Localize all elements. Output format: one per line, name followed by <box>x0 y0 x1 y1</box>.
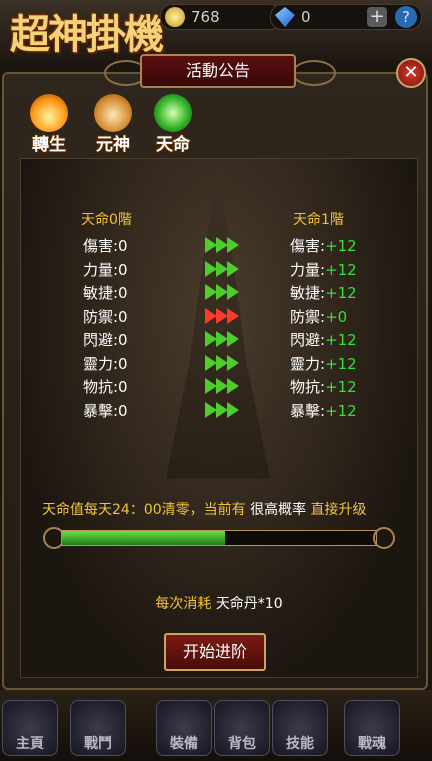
next-stat-label: 傷害: <box>290 237 326 255</box>
next-stat: 敏捷:+12 <box>290 282 357 303</box>
upgrade-arrow-icon <box>205 307 245 324</box>
stat-row: 防禦:0 防禦:+0 <box>21 306 417 329</box>
cost-label: 每次消耗 <box>155 596 212 612</box>
info-prefix: 天命值每天24：00清零，当前有 <box>42 502 246 518</box>
stat-row: 傷害:0 傷害:+12 <box>21 235 417 258</box>
next-stat-label: 閃避: <box>290 331 326 349</box>
next-stat-value: +12 <box>325 401 357 420</box>
destiny-content: 天命0階 天命1階 傷害:0 傷害:+12 力量:0 力量:+12 敏捷:0 敏捷:+12… <box>20 158 418 678</box>
stat-row: 敏捷:0 敏捷:+12 <box>21 282 417 305</box>
nav-label: 戰鬥 <box>84 736 112 752</box>
current-stat: 閃避:0 <box>83 331 128 349</box>
stat-row: 物抗:0 物抗:+12 <box>21 376 417 399</box>
stat-row: 力量:0 力量:+12 <box>21 259 417 282</box>
tab-rebirth[interactable]: 轉生 <box>20 94 78 158</box>
upgrade-arrow-icon <box>205 284 245 300</box>
next-stat: 防禦:+0 <box>290 306 347 327</box>
nav-label: 裝備 <box>170 736 198 752</box>
next-stat-label: 敏捷: <box>290 284 326 302</box>
current-stat: 暴擊:0 <box>83 401 128 420</box>
next-stat-value: +12 <box>325 260 357 279</box>
coin-amount: 768 <box>191 8 220 26</box>
close-button[interactable]: ✕ <box>396 58 426 88</box>
bar-fill <box>62 531 226 545</box>
destiny-progress-bar <box>43 527 395 549</box>
cost-line: 每次消耗 天命丹*10 <box>21 593 417 613</box>
nav-skills[interactable]: 技能 <box>272 700 328 756</box>
help-button[interactable]: ? <box>395 6 417 28</box>
tab-spirit[interactable]: 元神 <box>84 94 142 158</box>
tab-label: 天命 <box>156 135 190 155</box>
current-stat: 防禦:0 <box>83 307 128 326</box>
info-highlight: 很高概率 <box>250 502 307 518</box>
upgrade-arrow-icon <box>205 260 245 277</box>
gem-amount: 0 <box>301 8 311 26</box>
tab-label: 轉生 <box>32 135 66 155</box>
next-stat: 閃避:+12 <box>290 329 357 350</box>
bar-cap-right <box>373 527 395 549</box>
jade-leaf-icon <box>154 94 192 132</box>
tab-destiny[interactable]: 天命 <box>144 94 202 158</box>
upgrade-arrow-icon <box>205 354 245 371</box>
next-stat-value: +12 <box>325 378 357 396</box>
dialog-title: 活動公告 <box>140 54 296 88</box>
cost-value: 天命丹*10 <box>215 596 283 612</box>
title-ornament-right <box>292 60 336 86</box>
nav-label: 技能 <box>286 736 314 752</box>
nav-bag[interactable]: 背包 <box>214 700 270 756</box>
nav-label: 戰魂 <box>358 736 386 752</box>
info-text: 天命值每天24：00清零，当前有 很高概率 直接升级 <box>42 499 367 519</box>
next-stat-value: +12 <box>325 284 357 302</box>
current-stat: 靈力:0 <box>83 354 128 373</box>
current-stat: 物抗:0 <box>83 378 128 396</box>
current-stat: 力量:0 <box>83 260 128 279</box>
gem-counter: 0 + ? <box>270 4 422 30</box>
bottom-nav: 主頁 戰鬥 裝備 背包 技能 戰魂 <box>0 690 432 761</box>
current-stat: 傷害:0 <box>83 237 128 255</box>
coin-icon <box>165 7 185 27</box>
fire-icon <box>30 94 68 132</box>
next-stat-value: +12 <box>325 237 357 255</box>
next-stat: 靈力:+12 <box>290 353 357 374</box>
next-stat: 力量:+12 <box>290 259 357 280</box>
nav-war-soul[interactable]: 戰魂 <box>344 700 400 756</box>
stat-row: 靈力:0 靈力:+12 <box>21 353 417 376</box>
next-stat-value: +12 <box>325 331 357 349</box>
info-suffix: 直接升级 <box>310 502 367 518</box>
start-advance-button[interactable]: 开始进阶 <box>164 633 266 671</box>
next-stat-label: 防禦: <box>290 307 326 326</box>
next-stat-label: 物抗: <box>290 378 326 396</box>
game-logo: 超神掛機 <box>10 11 164 58</box>
nav-label: 主頁 <box>16 736 44 752</box>
next-stat-value: +0 <box>325 307 348 326</box>
upgrade-arrow-icon <box>205 378 245 394</box>
upgrade-arrow-icon <box>205 237 245 253</box>
next-stat-label: 力量: <box>290 260 326 279</box>
current-stat: 敏捷:0 <box>83 284 128 302</box>
bar-track <box>61 530 377 546</box>
nav-label: 背包 <box>228 736 256 752</box>
add-gems-button[interactable]: + <box>367 7 387 27</box>
stat-row: 閃避:0 閃避:+12 <box>21 329 417 352</box>
coin-counter: 768 <box>160 4 282 30</box>
gem-icon <box>275 7 295 27</box>
next-level-header: 天命1階 <box>293 212 344 228</box>
nav-home[interactable]: 主頁 <box>2 700 58 756</box>
nav-battle[interactable]: 戰鬥 <box>70 700 126 756</box>
next-stat-value: +12 <box>325 354 357 373</box>
upgrade-arrow-icon <box>205 331 245 347</box>
next-stat: 傷害:+12 <box>290 235 357 256</box>
nav-equipment[interactable]: 裝備 <box>156 700 212 756</box>
next-stat-label: 靈力: <box>290 354 326 373</box>
tab-label: 元神 <box>96 135 130 155</box>
upgrade-arrow-icon <box>205 401 245 418</box>
top-bar: 超神掛機 768 0 + ? <box>0 0 432 62</box>
current-level-header: 天命0階 <box>81 212 132 228</box>
next-stat: 暴擊:+12 <box>290 400 357 421</box>
next-stat-label: 暴擊: <box>290 401 326 420</box>
next-stat: 物抗:+12 <box>290 376 357 397</box>
gourd-icon <box>94 94 132 132</box>
stat-row: 暴擊:0 暴擊:+12 <box>21 400 417 423</box>
